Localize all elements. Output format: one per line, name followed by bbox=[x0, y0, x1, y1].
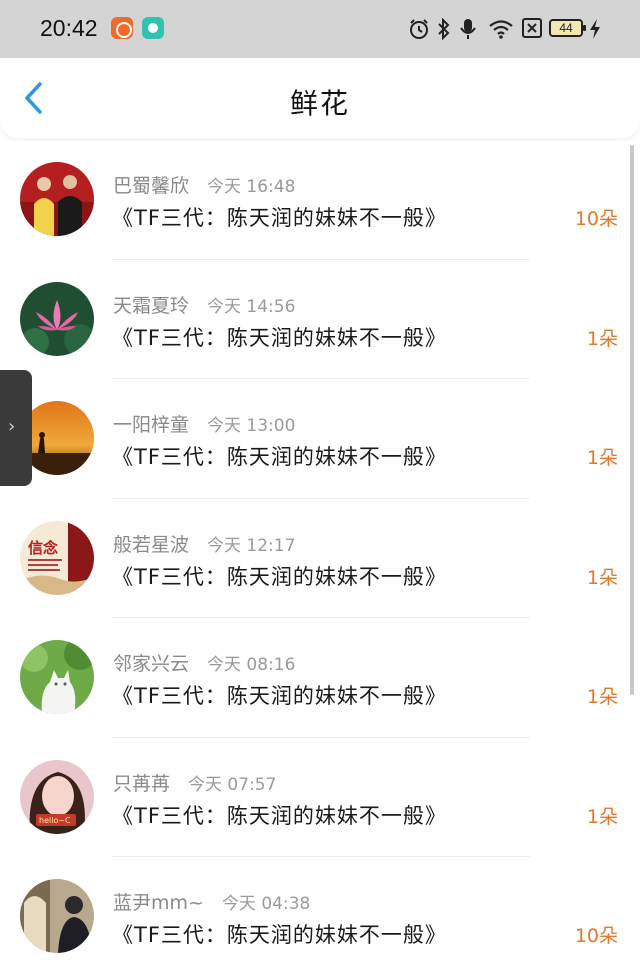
flower-count: 10朵 bbox=[574, 208, 618, 230]
flower-count: 1朵 bbox=[586, 805, 618, 828]
side-drawer-handle[interactable]: › bbox=[0, 370, 32, 486]
username: 只苒苒 今天 07:57 bbox=[113, 769, 276, 796]
username-text: 巴蜀馨欣 bbox=[113, 175, 190, 197]
charging-icon bbox=[590, 19, 600, 39]
bluetooth-icon bbox=[438, 18, 450, 40]
avatar[interactable] bbox=[20, 879, 94, 953]
flower-count: 1朵 bbox=[586, 327, 618, 350]
avatar[interactable]: hello~C bbox=[20, 759, 94, 834]
timestamp: 今天 16:48 bbox=[207, 177, 296, 197]
list-item[interactable]: 巴蜀馨欣 今天 16:48 《TF三代：陈天润的妹妹不一般》 10朵 bbox=[0, 140, 640, 260]
microphone-icon bbox=[460, 19, 476, 39]
header: 鲜花 bbox=[0, 58, 640, 138]
timestamp: 今天 13:00 bbox=[207, 416, 296, 436]
avatar[interactable] bbox=[20, 162, 94, 236]
timestamp: 今天 12:17 bbox=[207, 535, 296, 556]
book-title: 《TF三代：陈天润的妹妹不一般》 bbox=[112, 206, 447, 230]
battery-icon: 44 bbox=[549, 19, 586, 37]
timestamp: 今天 14:56 bbox=[207, 296, 296, 317]
list-item[interactable]: 天霜夏玲 今天 14:56 《TF三代：陈天润的妹妹不一般》 1朵 bbox=[0, 260, 640, 379]
flower-count: 1朵 bbox=[586, 447, 618, 469]
username-text: 天霜夏玲 bbox=[113, 294, 190, 317]
username-text: 只苒苒 bbox=[113, 772, 171, 795]
alarm-icon bbox=[410, 19, 428, 39]
book-title: 《TF三代：陈天润的妹妹不一般》 bbox=[112, 803, 447, 828]
app-orange-icon bbox=[111, 17, 133, 39]
app-teal-icon bbox=[142, 17, 164, 39]
flower-count: 1朵 bbox=[586, 686, 618, 708]
flower-count: 10朵 bbox=[574, 925, 618, 947]
timestamp: 今天 04:38 bbox=[221, 894, 311, 914]
avatar[interactable]: 信念 bbox=[20, 520, 94, 595]
book-title: 《TF三代：陈天润的妹妹不一般》 bbox=[112, 564, 447, 589]
avatar[interactable] bbox=[20, 640, 94, 714]
book-title: 《TF三代：陈天润的妹妹不一般》 bbox=[112, 445, 447, 469]
username-text: 一阳梓童 bbox=[113, 414, 190, 436]
list-item[interactable]: 邻家兴云 今天 08:16 《TF三代：陈天润的妹妹不一般》 1朵 bbox=[0, 618, 640, 738]
list-item[interactable]: 蓝尹mm~ 今天 04:38 《TF三代：陈天润的妹妹不一般》 10朵 bbox=[0, 857, 640, 965]
chevron-right-icon: › bbox=[8, 416, 16, 437]
username: 一阳梓童 今天 13:00 bbox=[113, 410, 295, 437]
flower-list: 巴蜀馨欣 今天 16:48 《TF三代：陈天润的妹妹不一般》 10朵 天霜夏玲 今天… bbox=[0, 140, 640, 965]
username: 巴蜀馨欣 今天 16:48 bbox=[113, 171, 295, 198]
page-title: 鲜花 bbox=[289, 87, 350, 120]
book-title: 《TF三代：陈天润的妹妹不一般》 bbox=[112, 684, 447, 708]
username: 天霜夏玲 今天 14:56 bbox=[113, 291, 295, 318]
timestamp: 今天 08:16 bbox=[207, 655, 296, 675]
status-bar: 20:42 44 bbox=[0, 0, 640, 58]
username: 般若星波 今天 12:17 bbox=[113, 530, 295, 557]
status-time: 20:42 bbox=[40, 15, 98, 41]
username: 蓝尹mm~ 今天 04:38 bbox=[113, 888, 310, 915]
username-text: 般若星波 bbox=[113, 533, 190, 556]
timestamp: 今天 07:57 bbox=[188, 774, 277, 795]
avatar[interactable] bbox=[20, 281, 94, 356]
flower-count: 1朵 bbox=[586, 566, 618, 589]
avatar-text: hello~C bbox=[39, 816, 71, 825]
avatar-text: 信念 bbox=[28, 539, 58, 557]
book-title: 《TF三代：陈天润的妹妹不一般》 bbox=[112, 923, 447, 947]
wifi-icon bbox=[489, 20, 513, 39]
username-text: 邻家兴云 bbox=[113, 653, 190, 675]
list-item[interactable]: 一阳梓童 今天 13:00 《TF三代：陈天润的妹妹不一般》 1朵 bbox=[0, 379, 640, 499]
username-text: 蓝尹mm~ bbox=[113, 892, 204, 914]
username: 邻家兴云 今天 08:16 bbox=[113, 649, 295, 676]
book-title: 《TF三代：陈天润的妹妹不一般》 bbox=[112, 325, 447, 350]
scrollbar[interactable] bbox=[630, 145, 634, 695]
list-item[interactable]: 信念 般若星波 今天 12:17 《TF三代：陈天润的妹妹不一般》 1朵 bbox=[0, 499, 640, 618]
list-item[interactable]: hello~C 只苒苒 今天 07:57 《TF三代：陈天润的妹妹不一般》 1朵 bbox=[0, 738, 640, 857]
close-box-icon bbox=[522, 18, 542, 38]
